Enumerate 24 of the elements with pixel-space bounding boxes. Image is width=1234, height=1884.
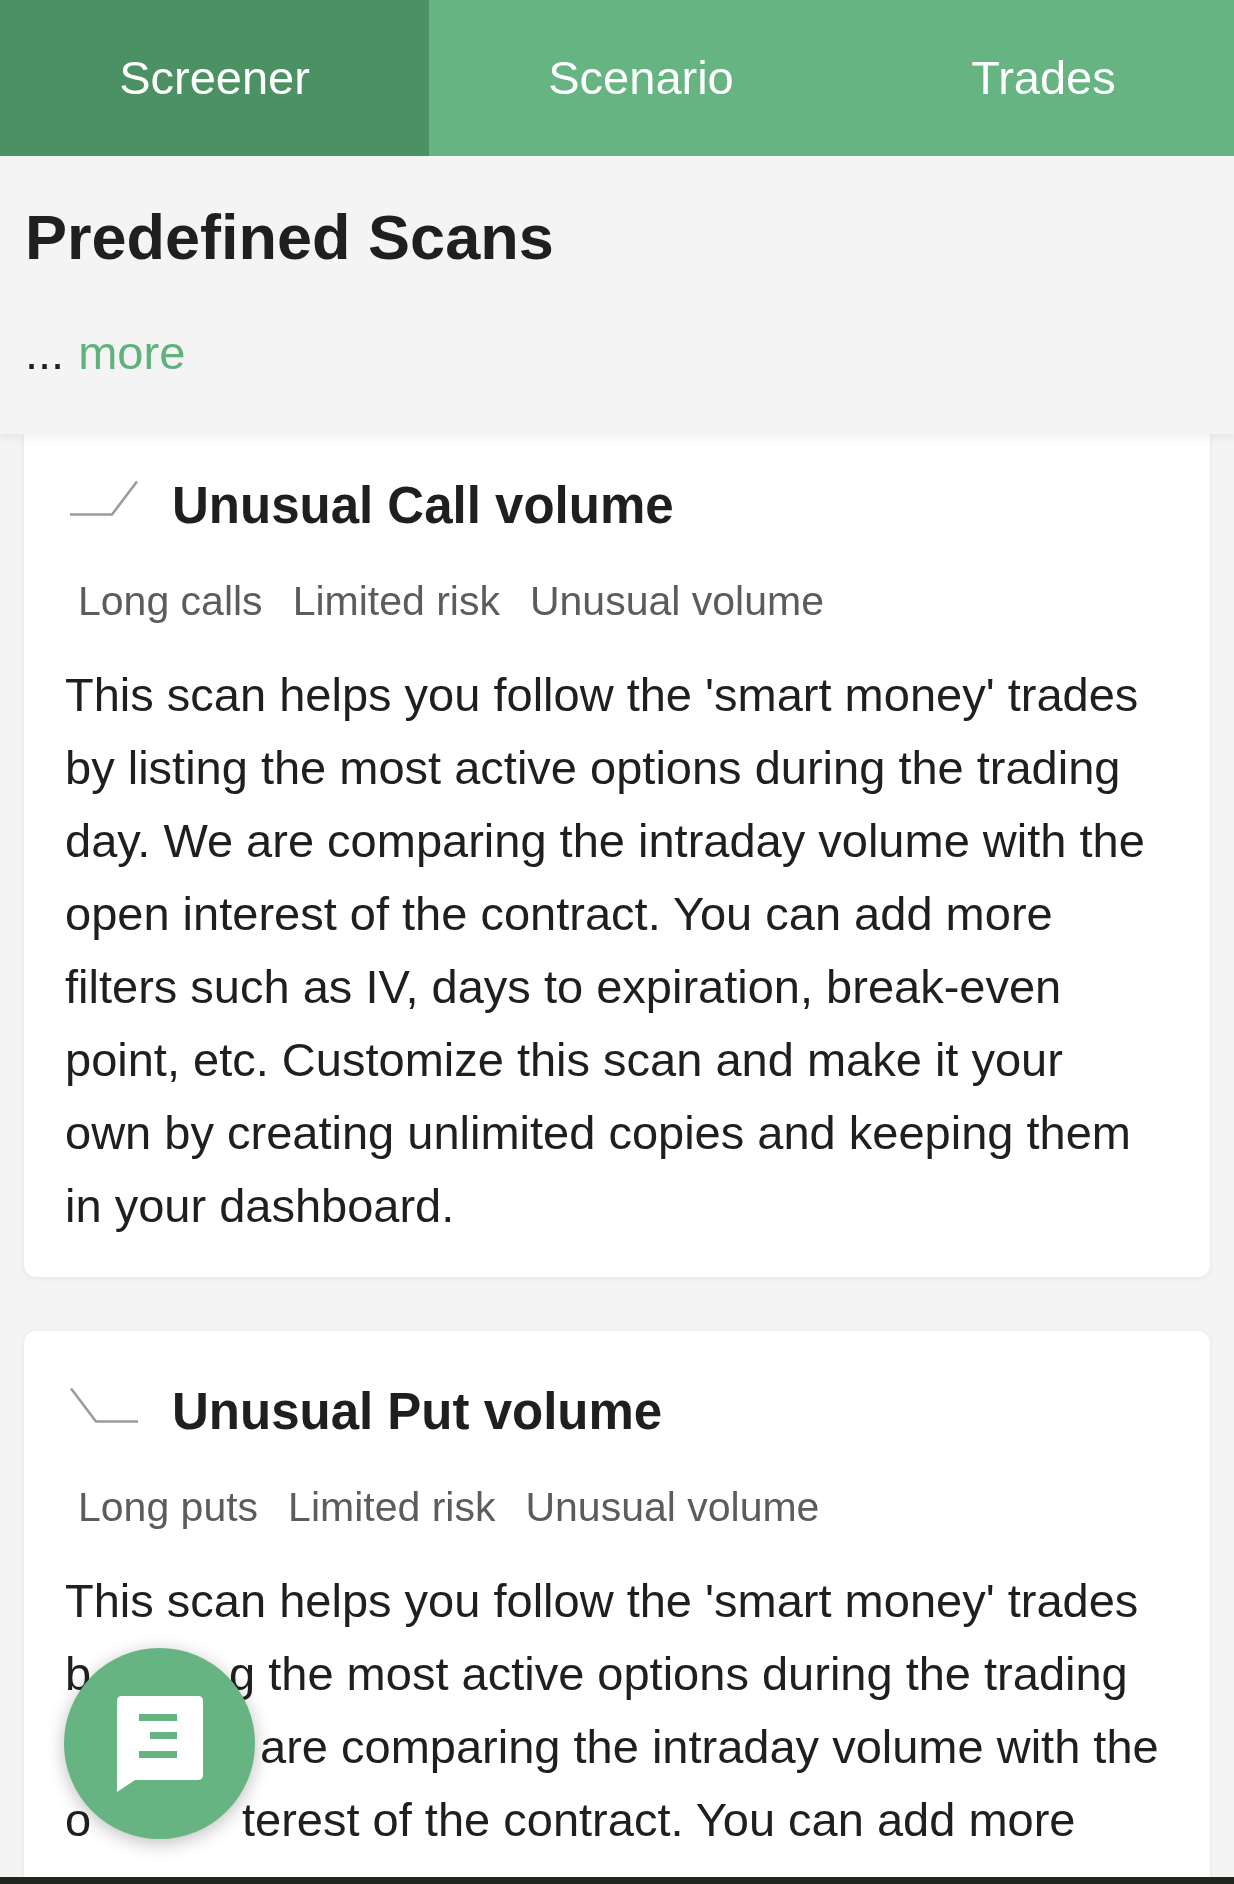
chat-bubble-icon [116, 1695, 203, 1792]
scan-card[interactable] [24, 1331, 1210, 1877]
description-text: o [65, 1792, 92, 1848]
tag-label: Long puts [78, 1483, 259, 1532]
tag-label: Unusual volume [525, 1483, 820, 1532]
description-text: terest of the contract. You can add more [242, 1792, 1076, 1848]
more-link[interactable]: more [78, 326, 186, 380]
tab[interactable]: Screener [0, 0, 429, 156]
trend-up-icon [70, 480, 138, 516]
description-text: This scan helps you follow the 'smart money' trades by listing the most active options during the trading day. We are comparing the intraday volume with the open interest of the contract. You can add more filters such as IV, days to expiration, break-even point, etc. Customize this scan and make it your own by creating unlimited copies and keeping them in your dashboard. [65, 667, 1146, 1234]
tag-label: Unusual volume [529, 577, 824, 626]
description-text: are comparing the intraday volume with the [260, 1719, 1159, 1775]
description-text: This scan helps you follow the 'smart money' trades [65, 1573, 1139, 1629]
tab[interactable]: Trades [853, 0, 1234, 156]
tag-label: Limited risk [292, 577, 500, 626]
scan-title: Unusual Put volume [172, 1382, 663, 1442]
scan-card[interactable] [24, 434, 1210, 1277]
page-title: Predefined Scans [25, 201, 555, 273]
tab[interactable]: Scenario [429, 0, 853, 156]
tag-label: Long calls [78, 577, 263, 626]
trend-down-icon [70, 1387, 138, 1423]
scan-title: Unusual Call volume [172, 476, 674, 536]
ellipsis-text: ... [25, 326, 65, 380]
tag-label: Limited risk [288, 1483, 496, 1532]
